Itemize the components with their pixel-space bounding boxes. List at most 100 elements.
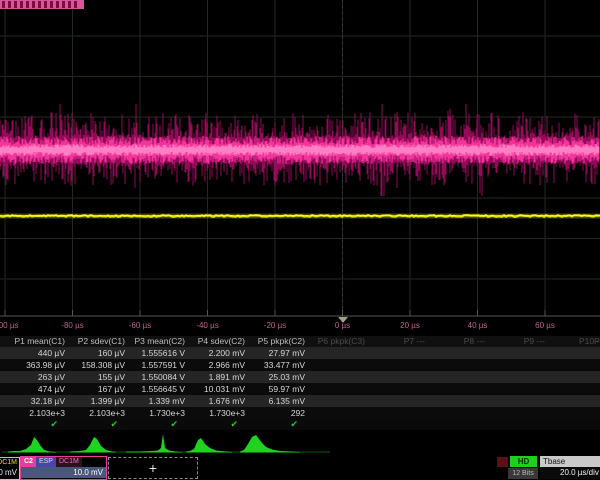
measurement-cell xyxy=(370,407,430,419)
measurement-cell xyxy=(550,407,600,419)
measurement-table: P11 P1 mean(C1)P2 sdev(C1)P3 mean(C2)P4 … xyxy=(0,336,600,432)
x-tick-label: 20 µs xyxy=(400,321,420,330)
measurement-cell: 263 µV xyxy=(10,371,70,383)
measurement-histicons xyxy=(0,432,600,456)
status-check-icon: ✔ xyxy=(10,419,70,430)
add-trace-button[interactable]: + xyxy=(108,457,198,479)
measurement-header-p8[interactable]: P8 --- xyxy=(430,336,490,347)
measurement-stat-row: 474 µV167 µV1.556645 V10.031 mV59.97 mV xyxy=(0,383,600,395)
measurement-cell: 1.556645 V xyxy=(130,383,190,395)
descriptor-bar: DC1M 0 mV C2 ESP DC1M 10.0 mV + HD 12 Bi… xyxy=(0,456,600,480)
measurement-cell xyxy=(550,395,600,407)
waveform-grid[interactable] xyxy=(0,0,600,318)
measurement-cell xyxy=(490,407,550,419)
c2-scale-value: 10.0 mV xyxy=(21,467,106,478)
measurement-cell xyxy=(370,359,430,371)
measurement-cell: 6.135 mV xyxy=(250,395,310,407)
measurement-cell: 2.103e+3 xyxy=(10,407,70,419)
measurement-cell xyxy=(370,383,430,395)
measurement-cell xyxy=(370,347,430,359)
status-empty xyxy=(310,419,370,430)
measurement-stat-row: 32.18 µV1.399 µV1.339 mV1.676 mV6.135 mV xyxy=(0,395,600,407)
measurement-cell: 1.555616 V xyxy=(130,347,190,359)
x-tick-label: -20 µs xyxy=(264,321,286,330)
measurement-cell: 2.200 mV xyxy=(190,347,250,359)
measurement-cell xyxy=(550,359,600,371)
histicon xyxy=(126,434,182,453)
c1-scale-value: 0 mV xyxy=(0,468,19,478)
trace-plot xyxy=(0,0,600,318)
measurement-stat-row: 363.98 µV158.308 µV1.557591 V2.966 mV33.… xyxy=(0,359,600,371)
trigger-descriptor-fragment[interactable] xyxy=(497,457,508,467)
timebase-label: Tbase xyxy=(540,456,600,467)
x-tick-label: -80 µs xyxy=(61,321,83,330)
measurement-cell xyxy=(310,371,370,383)
measurement-header-p11[interactable]: P11 xyxy=(594,336,600,347)
measurement-cell xyxy=(430,347,490,359)
status-check-icon: ✔ xyxy=(190,419,250,430)
measurement-header-p4[interactable]: P4 sdev(C2) xyxy=(190,336,250,347)
measurement-header-p1[interactable]: P1 mean(C1) xyxy=(10,336,70,347)
x-tick-label: -40 µs xyxy=(196,321,218,330)
measurement-cell: 1.339 mV xyxy=(130,395,190,407)
measurement-cell: 167 µV xyxy=(70,383,130,395)
measurement-header-p6[interactable]: P6 pkpk(C3) xyxy=(310,336,370,347)
measurement-cell xyxy=(490,371,550,383)
measurement-cell: 1.550084 V xyxy=(130,371,190,383)
c2-channel-badge: C2 xyxy=(21,457,36,467)
measurement-cell xyxy=(490,395,550,407)
x-tick-label: -60 µs xyxy=(129,321,151,330)
measurement-cell xyxy=(310,383,370,395)
measurement-cell xyxy=(490,359,550,371)
status-empty xyxy=(550,419,600,430)
histicon xyxy=(8,437,56,453)
measurement-cell: 27.97 mV xyxy=(250,347,310,359)
measurement-cell: 1.676 mV xyxy=(190,395,250,407)
measurement-header-row: P11 P1 mean(C1)P2 sdev(C1)P3 mean(C2)P4 … xyxy=(0,336,600,347)
hd-mode-badge[interactable]: HD xyxy=(510,456,537,467)
measurement-cell xyxy=(550,347,600,359)
trace-annotation-badge xyxy=(0,0,84,9)
measurement-cell xyxy=(430,395,490,407)
measurement-cell xyxy=(370,371,430,383)
measurement-cell: 25.03 mV xyxy=(250,371,310,383)
measurement-stat-row: 440 µV160 µV1.555616 V2.200 mV27.97 mV xyxy=(0,347,600,359)
measurement-cell: 10.031 mV xyxy=(190,383,250,395)
measurement-header-p7[interactable]: P7 --- xyxy=(370,336,430,347)
histicon xyxy=(186,438,232,453)
measurement-cell: 32.18 µV xyxy=(10,395,70,407)
measurement-cell xyxy=(310,395,370,407)
x-tick-label: 0 µs xyxy=(335,321,350,330)
measurement-header-p5[interactable]: P5 pkpk(C2) xyxy=(250,336,310,347)
measurement-cell: 158.308 µV xyxy=(70,359,130,371)
measurement-cell xyxy=(490,347,550,359)
measurement-cell: 2.103e+3 xyxy=(70,407,130,419)
measurement-cell: 33.477 mV xyxy=(250,359,310,371)
measurement-header-p10[interactable]: P10 --- xyxy=(550,336,600,347)
measurement-cell xyxy=(310,407,370,419)
x-tick-label: 60 µs xyxy=(535,321,555,330)
c2-descriptor-box[interactable]: C2 ESP DC1M 10.0 mV xyxy=(20,456,107,480)
status-empty xyxy=(490,419,550,430)
measurement-cell: 1.557591 V xyxy=(130,359,190,371)
measurement-cell xyxy=(430,407,490,419)
measurement-header-p9[interactable]: P9 --- xyxy=(490,336,550,347)
c1-descriptor-box[interactable]: DC1M 0 mV xyxy=(0,457,20,480)
timebase-value: 20.0 µs/div xyxy=(540,467,600,479)
measurement-header-p3[interactable]: P3 mean(C2) xyxy=(130,336,190,347)
measurement-header-p2[interactable]: P2 sdev(C1) xyxy=(70,336,130,347)
histicon xyxy=(240,435,300,453)
status-empty xyxy=(430,419,490,430)
measurement-cell: 1.730e+3 xyxy=(130,407,190,419)
measurement-cell xyxy=(490,383,550,395)
timebase-descriptor-box[interactable]: Tbase 20.0 µs/div xyxy=(540,456,600,479)
status-check-icon: ✔ xyxy=(70,419,130,430)
hd-bits-label: 12 Bits xyxy=(508,468,538,479)
measurement-cell: 440 µV xyxy=(10,347,70,359)
measurement-cell: 155 µV xyxy=(70,371,130,383)
measurement-cell: 2.966 mV xyxy=(190,359,250,371)
status-check-icon: ✔ xyxy=(130,419,190,430)
measurement-stat-row: 2.103e+32.103e+31.730e+31.730e+3292 xyxy=(0,407,600,419)
measurement-cell xyxy=(430,359,490,371)
x-tick-label: 40 µs xyxy=(468,321,488,330)
